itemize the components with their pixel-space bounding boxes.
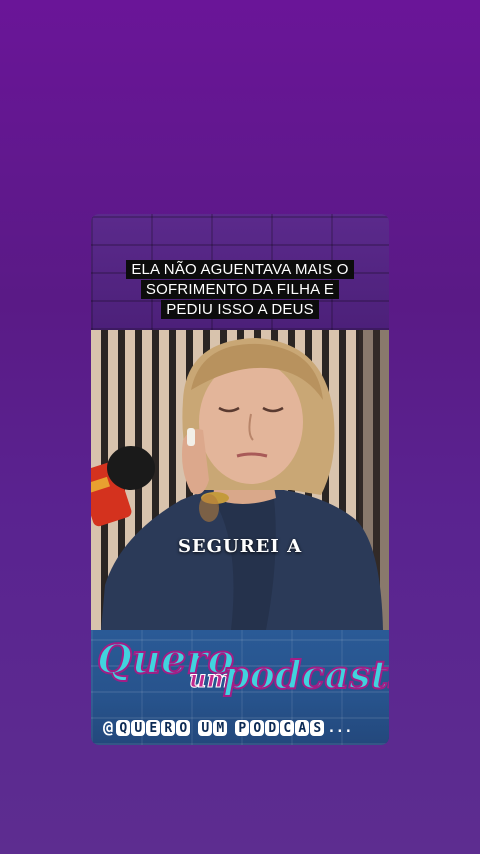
handle-char: O <box>176 720 191 736</box>
handle-char: E <box>146 720 161 736</box>
handle-ellipsis: ... <box>327 720 353 736</box>
handle-char: U <box>198 720 213 736</box>
handle-space <box>191 720 197 737</box>
handle-char: R <box>161 720 176 736</box>
subtitle-caption: SEGUREI A <box>177 536 303 557</box>
podcast-logo: Quero um podcasts <box>96 634 389 712</box>
handle-char: U <box>131 720 146 736</box>
handle-char: O <box>250 720 265 736</box>
podcast-branding: Quero um podcasts @ Q U E R O U M P O D … <box>91 630 389 745</box>
handle-char: M <box>213 720 228 736</box>
handle-char: Q <box>116 720 131 736</box>
headline: ELA NÃO AGUENTAVA MAIS O SOFRIMENTO DA F… <box>105 260 375 320</box>
handle-char: A <box>295 720 310 736</box>
handle-char: S <box>310 720 325 736</box>
handle-char: P <box>235 720 250 736</box>
headline-line-2: SOFRIMENTO DA FILHA E <box>140 280 340 299</box>
handle-char: D <box>265 720 280 736</box>
handle-char: C <box>280 720 295 736</box>
at-sign: @ <box>103 718 114 738</box>
channel-handle[interactable]: @ Q U E R O U M P O D C A S ... <box>103 720 383 737</box>
handle-space <box>228 720 234 737</box>
video-frame[interactable]: SEGUREI A <box>91 330 389 630</box>
speaker-illustration <box>91 330 389 630</box>
video-card[interactable]: ELA NÃO AGUENTAVA MAIS O SOFRIMENTO DA F… <box>91 214 389 745</box>
headline-line-3: PEDIU ISSO A DEUS <box>161 300 319 319</box>
title-band: ELA NÃO AGUENTAVA MAIS O SOFRIMENTO DA F… <box>91 214 389 330</box>
logo-word-3: podcasts <box>222 651 389 698</box>
microphone-icon <box>91 446 155 527</box>
headline-line-1: ELA NÃO AGUENTAVA MAIS O <box>126 260 354 279</box>
